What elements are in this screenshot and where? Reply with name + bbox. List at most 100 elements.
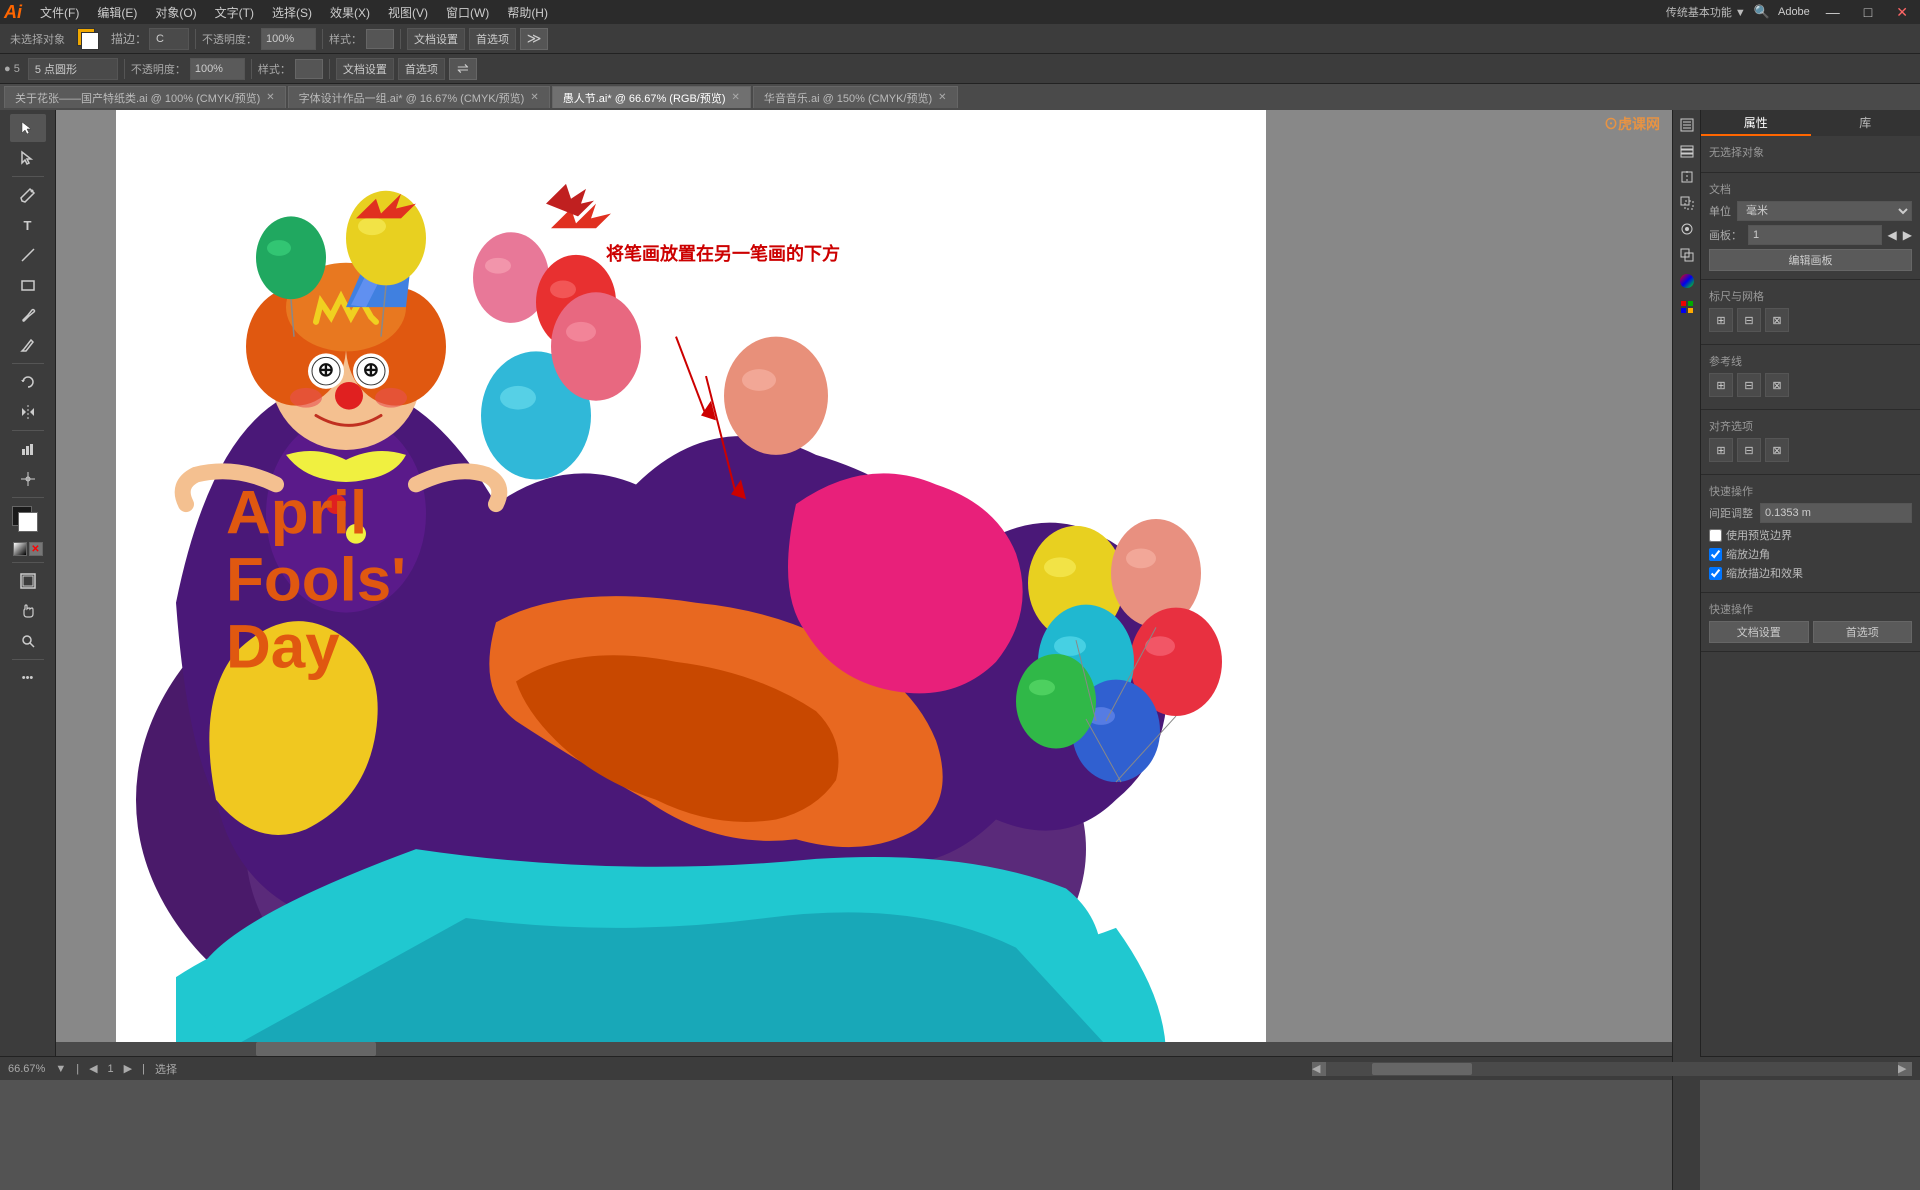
snap-icon-3[interactable]: ⊠ bbox=[1765, 438, 1789, 462]
ruler-lines-icon[interactable]: ⊠ bbox=[1765, 308, 1789, 332]
style2-swatch[interactable] bbox=[295, 59, 323, 79]
toolbar-extra-btn[interactable]: ≫ bbox=[520, 28, 548, 50]
kerning-input[interactable] bbox=[1760, 503, 1912, 523]
mesh-tool[interactable] bbox=[10, 465, 46, 493]
pen-tool[interactable] bbox=[10, 181, 46, 209]
pencil-tool[interactable] bbox=[10, 331, 46, 359]
right-properties-icon[interactable] bbox=[1676, 114, 1698, 136]
guide-icon-1[interactable]: ⊞ bbox=[1709, 373, 1733, 397]
change-screen-mode[interactable] bbox=[10, 567, 46, 595]
guide-icon-3[interactable]: ⊠ bbox=[1765, 373, 1789, 397]
tab-1[interactable]: 关于花张——国产特纸类.ai @ 100% (CMYK/预览) ✕ bbox=[4, 86, 286, 108]
scroll-thumb[interactable] bbox=[1372, 1063, 1472, 1075]
document-setup-btn[interactable]: 文档设置 bbox=[407, 28, 465, 50]
menu-bar: Ai 文件(F) 编辑(E) 对象(O) 文字(T) 选择(S) 效果(X) 视… bbox=[0, 0, 1920, 24]
canvas-area[interactable]: ⊕ ⊕ bbox=[56, 110, 1700, 1056]
style-swatch[interactable] bbox=[366, 29, 394, 49]
none-icon[interactable]: ✕ bbox=[29, 542, 43, 556]
menu-view[interactable]: 视图(V) bbox=[380, 2, 436, 23]
libraries-tab[interactable]: 库 bbox=[1811, 110, 1920, 136]
more-tools[interactable]: ••• bbox=[10, 664, 46, 692]
fill-color[interactable] bbox=[77, 28, 105, 50]
tab-4[interactable]: 华音音乐.ai @ 150% (CMYK/预览) ✕ bbox=[753, 86, 958, 108]
paintbrush-tool[interactable] bbox=[10, 301, 46, 329]
page-nav-next[interactable]: ▶ bbox=[124, 1062, 132, 1075]
doc-setup-btn2[interactable]: 文档设置 bbox=[336, 58, 394, 80]
unit-select[interactable]: 毫米 bbox=[1737, 201, 1912, 221]
menu-select[interactable]: 选择(S) bbox=[264, 2, 320, 23]
preferences-btn[interactable]: 首选项 bbox=[469, 28, 516, 50]
minimize-button[interactable]: — bbox=[1818, 4, 1848, 20]
arrange-btn[interactable]: ⇌ bbox=[449, 58, 477, 80]
close-button[interactable]: ✕ bbox=[1888, 4, 1916, 21]
rulers-icon[interactable]: ⊞ bbox=[1709, 308, 1733, 332]
right-color-icon[interactable] bbox=[1676, 270, 1698, 292]
preview-bounds-checkbox[interactable] bbox=[1709, 529, 1722, 542]
tab-3-close[interactable]: ✕ bbox=[732, 92, 740, 103]
pages-nav-next[interactable]: ▶ bbox=[1903, 228, 1912, 242]
edit-canvas-btn[interactable]: 编辑画板 bbox=[1709, 249, 1912, 271]
tab-1-close[interactable]: ✕ bbox=[266, 92, 274, 103]
opacity-label: 不透明度： bbox=[202, 31, 257, 47]
scale-stroke-checkbox[interactable] bbox=[1709, 567, 1722, 580]
tab-2[interactable]: 字体设计作品一组.ai* @ 16.67% (CMYK/预览) ✕ bbox=[288, 86, 550, 108]
graph-tool[interactable] bbox=[10, 435, 46, 463]
right-appearance-icon[interactable] bbox=[1676, 218, 1698, 240]
right-layers-icon[interactable] bbox=[1676, 140, 1698, 162]
menu-help[interactable]: 帮助(H) bbox=[499, 2, 556, 23]
adobe-account[interactable]: Adobe bbox=[1778, 6, 1810, 18]
right-transform-icon[interactable] bbox=[1676, 192, 1698, 214]
pages-input[interactable] bbox=[1748, 225, 1882, 245]
grid-icon[interactable]: ⊟ bbox=[1737, 308, 1761, 332]
menu-edit[interactable]: 编辑(E) bbox=[89, 2, 145, 23]
zoom-dropdown-arrow[interactable]: ▼ bbox=[55, 1063, 66, 1075]
tab-4-close[interactable]: ✕ bbox=[938, 92, 946, 103]
type-tool[interactable]: T bbox=[10, 211, 46, 239]
tab-4-label: 华音音乐.ai @ 150% (CMYK/预览) bbox=[764, 90, 932, 106]
select-tool[interactable] bbox=[10, 114, 46, 142]
line-tool[interactable] bbox=[10, 241, 46, 269]
direct-select-tool[interactable] bbox=[10, 144, 46, 172]
tab-3[interactable]: 愚人节.ai* @ 66.67% (RGB/预览) ✕ bbox=[552, 86, 751, 108]
prefs-btn2[interactable]: 首选项 bbox=[398, 58, 445, 80]
guides-section: 参考线 ⊞ ⊟ ⊠ bbox=[1701, 345, 1920, 410]
pages-row: 画板： ◀ ▶ bbox=[1709, 225, 1912, 245]
point-shape-dropdown[interactable]: 5 点圆形 bbox=[28, 58, 118, 80]
right-swatches-icon[interactable] bbox=[1676, 296, 1698, 318]
snap-icon-1[interactable]: ⊞ bbox=[1709, 438, 1733, 462]
stroke-dropdown[interactable]: C bbox=[149, 28, 189, 50]
menu-text[interactable]: 文字(T) bbox=[207, 2, 262, 23]
gradient-icon[interactable] bbox=[13, 542, 27, 556]
prefs-quick-btn[interactable]: 首选项 bbox=[1813, 621, 1913, 643]
guide-icon-2[interactable]: ⊟ bbox=[1737, 373, 1761, 397]
properties-tab[interactable]: 属性 bbox=[1701, 110, 1811, 136]
pages-nav-prev[interactable]: ◀ bbox=[1888, 228, 1897, 242]
tab-2-close[interactable]: ✕ bbox=[530, 92, 538, 103]
main-toolbar: 未选择对象 描边： C 不透明度： 样式： 文档设置 首选项 ≫ bbox=[0, 24, 1920, 54]
search-icon[interactable]: 🔍 bbox=[1754, 4, 1770, 20]
hand-tool[interactable] bbox=[10, 597, 46, 625]
rotate-tool[interactable] bbox=[10, 368, 46, 396]
right-pathfinder-icon[interactable] bbox=[1676, 244, 1698, 266]
status-scrollbar[interactable]: ◀ ▶ bbox=[1312, 1062, 1912, 1076]
doc-setup-quick-btn[interactable]: 文档设置 bbox=[1709, 621, 1809, 643]
opacity2-input[interactable] bbox=[190, 58, 245, 80]
color-swatches[interactable] bbox=[12, 506, 44, 534]
mirror-tool[interactable] bbox=[10, 398, 46, 426]
maximize-button[interactable]: □ bbox=[1856, 4, 1880, 20]
scale-corners-checkbox[interactable] bbox=[1709, 548, 1722, 561]
menu-file[interactable]: 文件(F) bbox=[32, 2, 87, 23]
scroll-left-btn[interactable]: ◀ bbox=[1312, 1062, 1326, 1076]
zoom-tool[interactable] bbox=[10, 627, 46, 655]
opacity-input[interactable] bbox=[261, 28, 316, 50]
menu-effect[interactable]: 效果(X) bbox=[322, 2, 378, 23]
rect-tool[interactable] bbox=[10, 271, 46, 299]
no-selection-label: 未选择对象 bbox=[4, 28, 71, 50]
menu-object[interactable]: 对象(O) bbox=[147, 2, 204, 23]
right-align-icon[interactable] bbox=[1676, 166, 1698, 188]
menu-window[interactable]: 窗口(W) bbox=[438, 2, 497, 23]
horizontal-scrollbar[interactable] bbox=[56, 1042, 1686, 1056]
snap-icon-2[interactable]: ⊟ bbox=[1737, 438, 1761, 462]
page-nav-prev[interactable]: ◀ bbox=[89, 1062, 97, 1075]
scroll-right-btn[interactable]: ▶ bbox=[1898, 1062, 1912, 1076]
